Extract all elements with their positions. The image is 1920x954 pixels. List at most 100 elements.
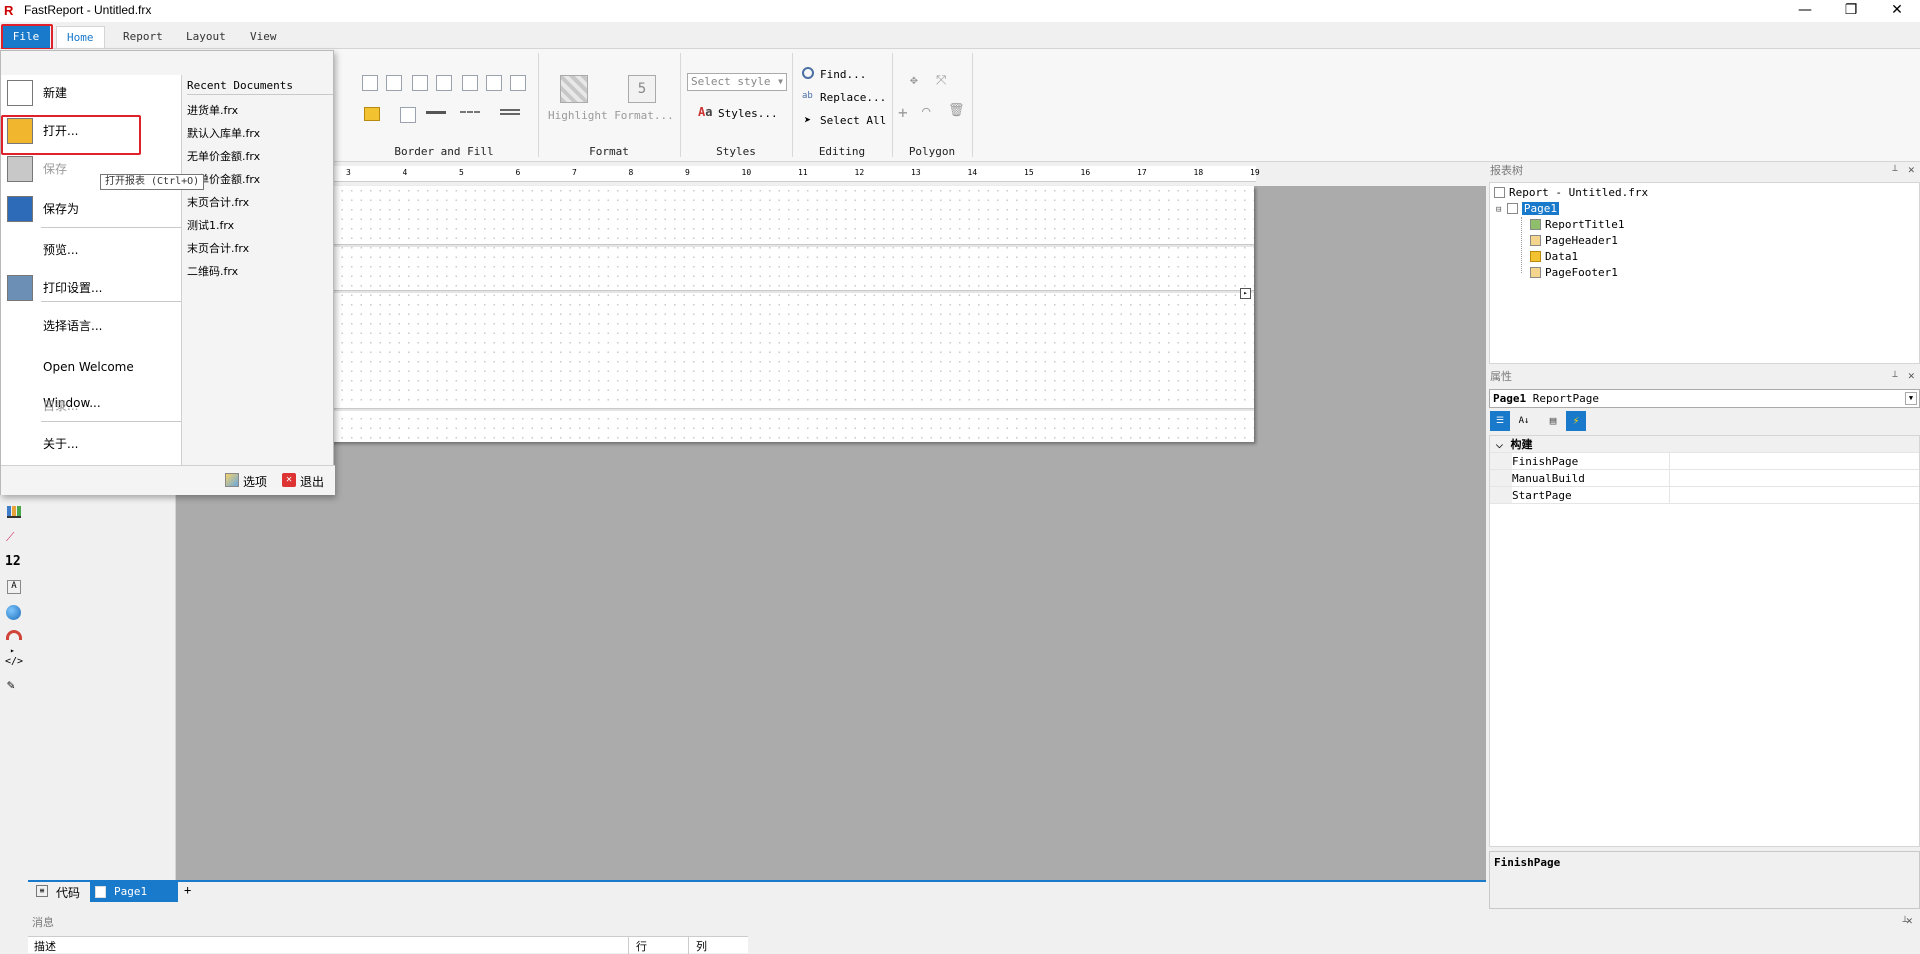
chart-icon[interactable] (7, 506, 21, 518)
replace-button[interactable]: Replace... (820, 91, 886, 104)
fill-color-icon[interactable] (364, 107, 380, 121)
close-icon[interactable]: ✕ (1906, 914, 1913, 927)
move-point-icon[interactable]: ✥ (910, 73, 918, 88)
ruler-tick-label: 8 (628, 168, 634, 177)
recent-document-item[interactable]: 末页合计.frx (187, 237, 249, 260)
line-style-icon[interactable] (460, 111, 480, 113)
tree-root[interactable]: Report - Untitled.frx (1494, 185, 1648, 201)
pin-icon[interactable]: ⊥ (1892, 369, 1898, 380)
expand-arrow-icon[interactable]: ▸ (10, 646, 15, 655)
close-window-button[interactable]: ✕ (1874, 0, 1920, 22)
select-all-button[interactable]: Select All (820, 114, 886, 127)
file-menu-item[interactable]: 目录... (1, 388, 181, 424)
new-document-icon (7, 80, 33, 106)
collapse-icon[interactable]: ⊟ (1496, 205, 1507, 215)
close-icon[interactable]: ✕ (1908, 369, 1915, 382)
band-separator[interactable] (176, 290, 1254, 293)
tab-report[interactable]: Report (113, 26, 173, 48)
file-menu-item[interactable]: 新建 (1, 75, 181, 111)
line-width-icon[interactable] (500, 109, 520, 115)
add-point-icon[interactable]: + (898, 103, 908, 122)
events-icon[interactable]: ⚡ (1566, 411, 1586, 431)
border-all-icon[interactable] (462, 75, 478, 91)
tab-code[interactable]: 代码 (56, 884, 80, 901)
band-separator[interactable] (176, 244, 1254, 247)
chevron-down-icon[interactable]: ⌵ (1496, 441, 1503, 451)
gauge-icon[interactable] (6, 630, 22, 640)
alphabetical-icon[interactable]: A↓ (1514, 411, 1534, 431)
tree-item-reporttitle[interactable]: ReportTitle1 (1530, 217, 1624, 233)
tree-item-data[interactable]: Data1 (1530, 249, 1578, 265)
pointer-icon[interactable]: ⤧ (936, 73, 946, 88)
tree-item-pageheader[interactable]: PageHeader1 (1530, 233, 1618, 249)
restore-button[interactable]: ❐ (1828, 0, 1874, 22)
shadow-icon[interactable] (400, 107, 416, 123)
file-menu-item[interactable]: Open Welcome Window... (1, 349, 181, 410)
border-top-icon[interactable] (362, 75, 378, 91)
column-col[interactable]: 列 (696, 938, 707, 954)
recent-document-item[interactable]: 末页合计.frx (187, 191, 249, 214)
format-icon[interactable]: 5 (628, 75, 656, 103)
chevron-down-icon[interactable]: ▼ (1905, 392, 1917, 405)
recent-document-item[interactable]: 测试1.frx (187, 214, 234, 237)
file-menu-item[interactable]: 预览... (1, 232, 181, 268)
recent-document-item[interactable]: 进货单.frx (187, 99, 238, 122)
code-icon: ≡ (36, 885, 48, 897)
tab-view[interactable]: View (240, 26, 287, 48)
column-description[interactable]: 描述 (34, 938, 56, 954)
styles-button[interactable]: Styles... (718, 107, 778, 120)
recent-document-item[interactable]: 二维码.frx (187, 260, 238, 283)
ruler-tick-label: 3 (346, 168, 351, 177)
property-row[interactable]: ManualBuild (1490, 470, 1919, 487)
pen-icon[interactable]: ✎ (7, 678, 15, 693)
tab-layout[interactable]: Layout (176, 26, 236, 48)
add-page-button[interactable]: + (184, 883, 191, 897)
border-bottom-icon[interactable] (386, 75, 402, 91)
highlight-icon[interactable] (560, 75, 588, 103)
recent-document-item[interactable]: 无单价金额.frx (187, 145, 260, 168)
barcode-number-icon[interactable]: 12 (5, 554, 21, 569)
properties-icon[interactable]: ▤ (1543, 411, 1563, 431)
column-row[interactable]: 行 (636, 938, 647, 954)
html-icon[interactable]: </> (5, 656, 23, 667)
tab-home[interactable]: Home (56, 26, 105, 48)
border-editor-icon[interactable] (510, 75, 526, 91)
sparkline-icon[interactable]: ⟋ (6, 530, 14, 545)
band-expand-icon[interactable]: ▸ (1240, 288, 1251, 299)
property-row[interactable]: StartPage (1490, 487, 1919, 504)
find-button[interactable]: Find... (820, 68, 866, 81)
tab-page1[interactable]: Page1 (90, 882, 178, 902)
select-style-combo[interactable]: Select style ▼ (687, 73, 787, 91)
format-button[interactable]: Format... (612, 109, 676, 122)
band-separator[interactable] (176, 408, 1254, 411)
object-selector[interactable]: Page1 ReportPage ▼ (1489, 389, 1920, 408)
file-menu-item[interactable]: 保存为 (1, 191, 181, 227)
property-category[interactable]: ⌵ 构建 (1490, 436, 1919, 453)
exit-button[interactable]: 退出 (300, 473, 324, 490)
close-icon[interactable]: ✕ (1908, 163, 1915, 176)
border-left-icon[interactable] (412, 75, 428, 91)
map-icon[interactable] (6, 605, 21, 620)
file-menu-item[interactable]: 关于... (1, 426, 181, 462)
ruler-tick-label: 13 (911, 168, 921, 177)
pin-icon[interactable]: ⊥ (1892, 163, 1898, 174)
border-none-icon[interactable] (486, 75, 502, 91)
highlight-button[interactable]: Highlight (548, 109, 608, 122)
tree-item-pagefooter[interactable]: PageFooter1 (1530, 265, 1618, 281)
tree-page[interactable]: ⊟ Page1 (1496, 201, 1559, 217)
save-icon (7, 156, 33, 182)
categorized-icon[interactable]: ☰ (1490, 411, 1510, 431)
report-page[interactable]: ▸ (176, 186, 1254, 442)
bezier-icon[interactable]: ⌒ (922, 103, 930, 119)
ruler-tick-label: 16 (1080, 168, 1091, 177)
recent-document-item[interactable]: 默认入库单.frx (187, 122, 260, 145)
styles-icon: Aa (698, 105, 713, 119)
text-object-icon[interactable]: A (7, 580, 21, 594)
property-row[interactable]: FinishPage (1490, 453, 1919, 470)
minimize-button[interactable]: — (1782, 0, 1828, 22)
file-menu-item[interactable]: 选择语言... (1, 308, 181, 344)
line-color-icon[interactable] (426, 111, 446, 114)
delete-point-icon[interactable]: 🗑 (948, 103, 965, 118)
options-button[interactable]: 选项 (243, 473, 267, 490)
border-right-icon[interactable] (436, 75, 452, 91)
